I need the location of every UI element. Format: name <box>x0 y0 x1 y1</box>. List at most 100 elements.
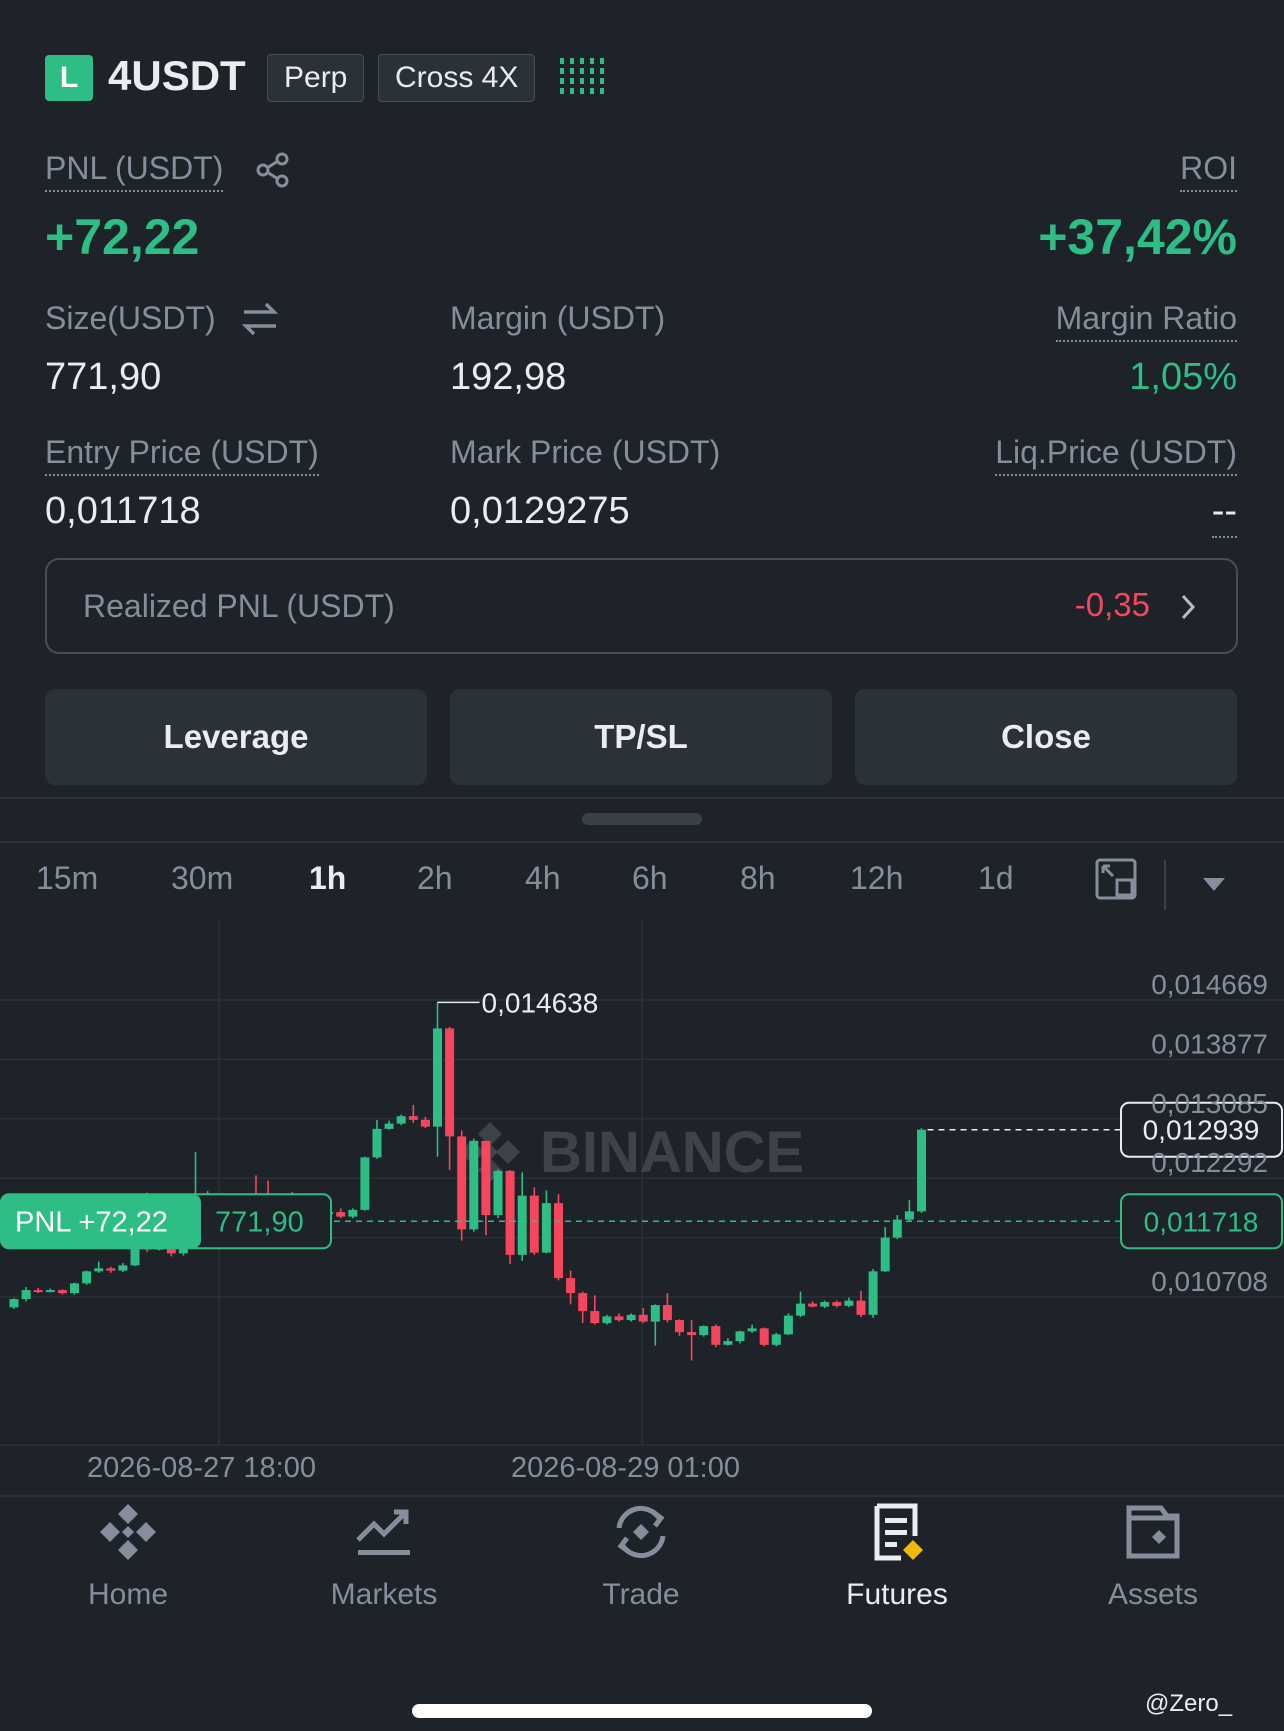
watermark-text: BINANCE <box>540 1120 804 1185</box>
candle <box>723 1338 733 1346</box>
candle-body <box>832 1302 842 1306</box>
nav-markets[interactable]: Markets <box>264 1500 504 1612</box>
timeframe-8h[interactable]: 8h <box>740 860 776 897</box>
price-axis-label: 0,012292 <box>1151 1147 1268 1178</box>
nav-home-label: Home <box>87 1578 169 1611</box>
chevron-right-icon <box>1181 594 1196 620</box>
candle-body <box>614 1316 624 1321</box>
candle-body <box>554 1203 563 1279</box>
swap-units-icon[interactable] <box>240 300 280 338</box>
candle-body <box>844 1300 854 1306</box>
candle-body <box>735 1331 745 1342</box>
roi-label-group[interactable]: ROI <box>1180 150 1237 192</box>
candle-body <box>687 1332 697 1336</box>
margin-label: Margin (USDT) <box>450 300 666 336</box>
size-label: Size(USDT) <box>45 300 216 336</box>
candle-body <box>384 1123 394 1129</box>
nav-assets[interactable]: Assets <box>1033 1500 1273 1612</box>
liq-price-value: -- <box>1211 490 1237 538</box>
candle <box>348 1208 358 1219</box>
candle-body <box>348 1209 358 1217</box>
candle <box>614 1313 624 1322</box>
timeframe-4h[interactable]: 4h <box>525 860 561 897</box>
timeframe-6h[interactable]: 6h <box>632 860 668 897</box>
timeframe-1h[interactable]: 1h <box>309 860 346 897</box>
futures-icon <box>874 1503 923 1561</box>
margin-mode-chip[interactable]: Cross 4X <box>378 54 536 102</box>
candle-body <box>529 1195 539 1253</box>
chart-settings-icon[interactable] <box>1095 858 1137 900</box>
drag-handle[interactable] <box>582 813 702 825</box>
candle <box>517 1172 527 1261</box>
timeframe-12h[interactable]: 12h <box>850 860 903 897</box>
share-icon[interactable] <box>255 152 291 188</box>
candle <box>82 1270 92 1285</box>
candle <box>590 1295 600 1325</box>
size-value: 771,90 <box>45 356 162 398</box>
candle-body <box>118 1265 128 1271</box>
candle-body <box>82 1271 92 1284</box>
candle <box>759 1327 769 1347</box>
candle-body <box>106 1268 116 1271</box>
candle-body <box>21 1290 31 1300</box>
realized-pnl-row[interactable]: Realized PNL (USDT) -0,35 <box>45 558 1238 654</box>
nav-futures-label: Futures <box>846 1578 948 1611</box>
chevron-down-icon[interactable] <box>1203 878 1225 892</box>
candle <box>566 1270 576 1305</box>
divider <box>0 841 1284 843</box>
candle <box>904 1200 914 1222</box>
nav-futures[interactable]: Futures <box>777 1500 1017 1612</box>
candle <box>638 1308 648 1324</box>
candle <box>880 1227 890 1273</box>
candle-body <box>856 1300 866 1315</box>
candle-body <box>759 1328 769 1345</box>
candle <box>892 1215 902 1240</box>
timeframe-2h[interactable]: 2h <box>417 860 453 897</box>
candle <box>33 1287 43 1294</box>
candle <box>917 1128 926 1213</box>
timeframe-30m[interactable]: 30m <box>171 860 233 897</box>
timeframe-1d[interactable]: 1d <box>978 860 1014 897</box>
price-axis-label: 0,013085 <box>1151 1088 1268 1119</box>
divider <box>0 1495 1284 1497</box>
contract-type-chip[interactable]: Perp <box>267 54 365 102</box>
home-indicator[interactable] <box>412 1704 872 1718</box>
symbol-title[interactable]: 4USDT <box>108 52 246 100</box>
candle <box>699 1325 709 1337</box>
nav-home[interactable]: Home <box>8 1500 248 1612</box>
margin-ratio-label-group[interactable]: Margin Ratio <box>1055 300 1237 342</box>
candle-body <box>9 1299 19 1308</box>
candle-body <box>808 1303 818 1307</box>
liq-price-label-group[interactable]: Liq.Price (USDT) <box>995 434 1237 476</box>
divider <box>1164 860 1166 910</box>
close-position-button[interactable]: Close <box>855 689 1237 785</box>
timeframe-15m[interactable]: 15m <box>36 860 98 897</box>
pnl-label-group[interactable]: PNL (USDT) <box>45 150 224 192</box>
candle-body <box>505 1170 515 1255</box>
candle-body <box>70 1283 79 1294</box>
candle-body <box>336 1212 346 1217</box>
candle <box>844 1297 854 1308</box>
candle-body <box>675 1320 684 1333</box>
tpsl-button[interactable]: TP/SL <box>450 689 832 785</box>
nav-trade[interactable]: Trade <box>521 1500 761 1612</box>
mark-price-value: 0,0129275 <box>450 490 630 532</box>
candle-body <box>917 1129 926 1212</box>
liq-price-value-group: -- <box>1211 490 1237 538</box>
adl-indicator-icon[interactable] <box>560 58 610 99</box>
candle <box>832 1300 842 1308</box>
candle-body <box>880 1237 890 1272</box>
price-axis-label: 0,014669 <box>1151 969 1268 1000</box>
entry-price-label-group[interactable]: Entry Price (USDT) <box>45 434 319 476</box>
user-watermark-text: @Zero_ <box>1145 1690 1233 1717</box>
candle-body <box>372 1128 382 1158</box>
high-marker-label: 0,014638 <box>482 987 599 1018</box>
candle-body <box>796 1303 805 1316</box>
candlestick-chart[interactable]: BINANCE 0,014638 0,012939 0,011718 PNL +72,… <box>0 920 1284 1500</box>
candle <box>469 1138 479 1232</box>
mark-price-tag-label: 0,012939 <box>1143 1115 1260 1146</box>
leverage-button[interactable]: Leverage <box>45 689 427 785</box>
candle <box>735 1330 745 1344</box>
candle-body <box>420 1119 430 1127</box>
position-size-label: 771,90 <box>215 1206 304 1238</box>
